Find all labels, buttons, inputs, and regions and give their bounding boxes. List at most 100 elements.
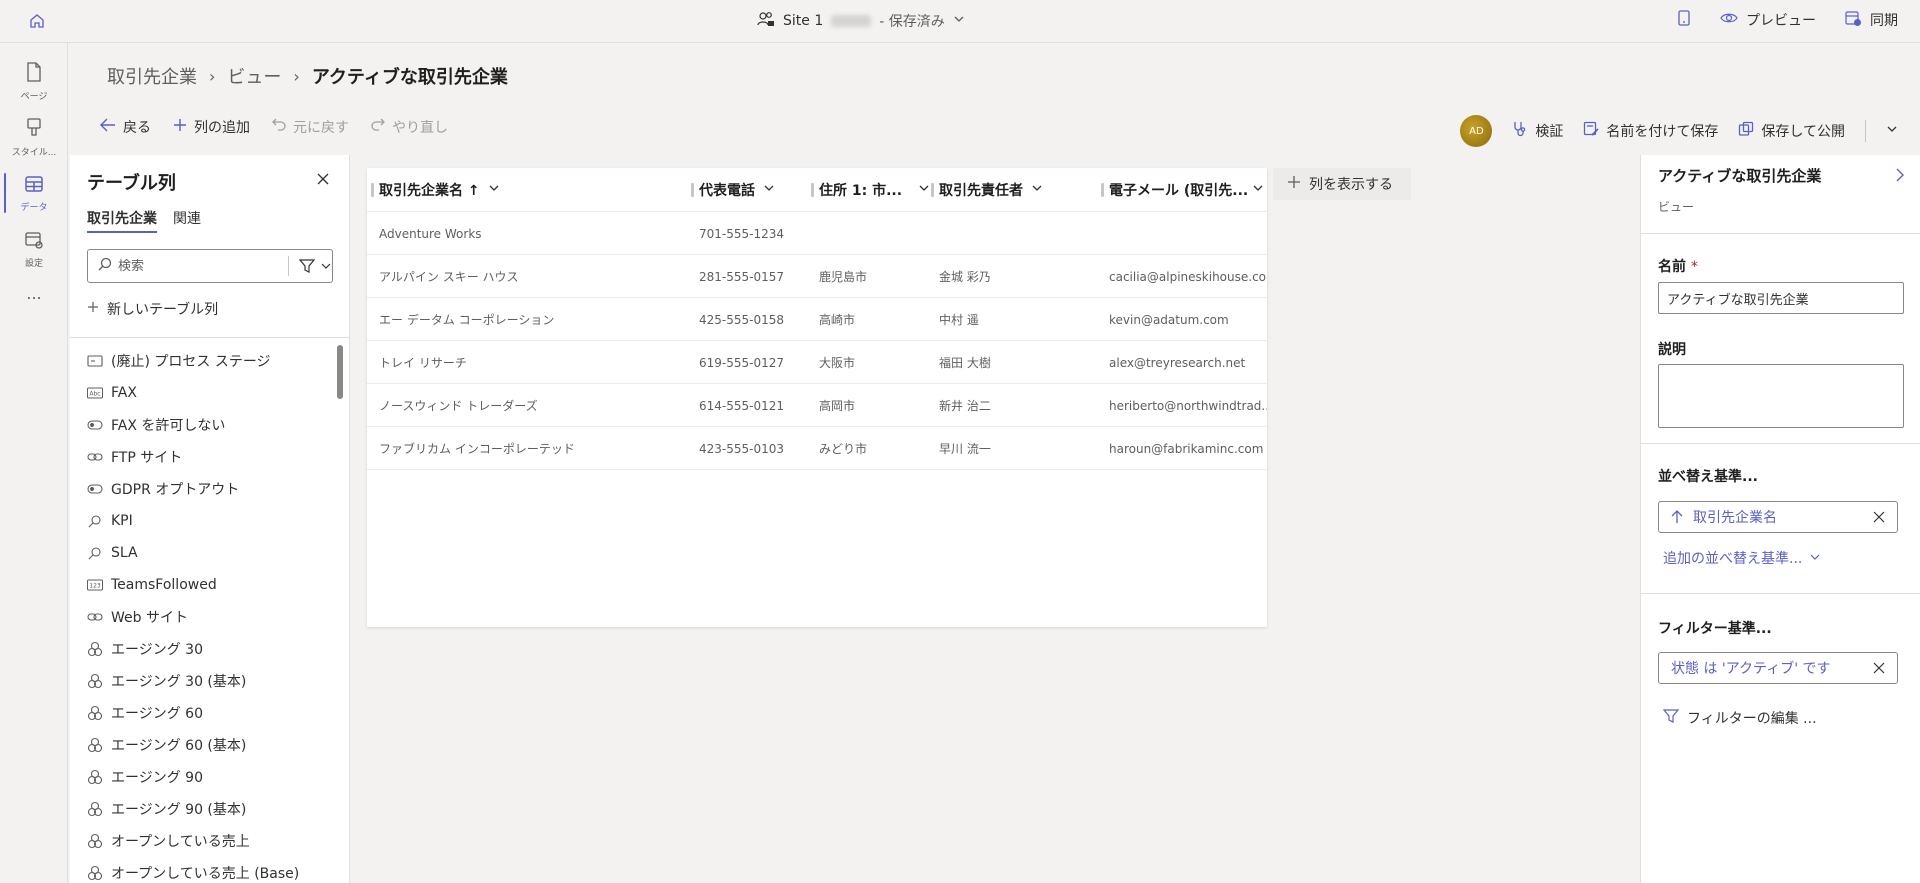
redo-button[interactable]: やり直し xyxy=(371,117,448,137)
field-list-item[interactable]: Abc FAX xyxy=(87,377,337,409)
search-box xyxy=(87,249,333,283)
cell-primary-contact: 早川 流一 xyxy=(939,442,991,456)
field-label: SLA xyxy=(111,545,138,561)
filter-pill[interactable]: 状態 は 'アクティブ' です xyxy=(1658,652,1898,684)
field-list-item[interactable]: エージング 60 (基本) xyxy=(87,729,337,761)
description-field[interactable] xyxy=(1658,364,1904,428)
currency-icon xyxy=(87,801,103,817)
field-list-item[interactable]: エージング 30 xyxy=(87,633,337,665)
table-row[interactable]: トレイ リサーチ 619-555-0127 大阪市 福田 大樹 alex@treyres… xyxy=(367,341,1267,384)
field-list-item[interactable]: FTP サイト xyxy=(87,441,337,473)
breadcrumb-item-views[interactable]: ビュー xyxy=(227,63,281,89)
search-input[interactable] xyxy=(118,258,268,274)
resize-handle[interactable] xyxy=(811,183,814,197)
sort-pill-label: 取引先企業名 xyxy=(1693,510,1777,526)
new-table-column-label: 新しいテーブル列 xyxy=(107,302,219,318)
resize-handle[interactable] xyxy=(1101,183,1104,197)
field-list-item[interactable]: エージング 90 xyxy=(87,761,337,793)
field-list-item[interactable]: GDPR オプトアウト xyxy=(87,473,337,505)
field-list-item[interactable]: (廃止) プロセス ステージ xyxy=(87,345,337,377)
rail-item-pages[interactable]: ページ xyxy=(0,53,68,109)
field-list-item[interactable]: エージング 90 (基本) xyxy=(87,793,337,825)
field-list-item[interactable]: オープンしている売上 xyxy=(87,825,337,857)
scrollbar[interactable] xyxy=(337,345,343,399)
cell-account-name: ファブリカム インコーポレーテッド xyxy=(379,442,575,456)
column-header-label: 取引先責任者 xyxy=(939,183,1023,199)
left-rail: ページ スタイル... データ 設定 ... xyxy=(0,43,68,883)
cell-account-name: トレイ リサーチ xyxy=(379,356,467,370)
validate-button[interactable]: 検証 xyxy=(1512,121,1563,141)
table-row[interactable]: ファブリカム インコーポレーテッド 423-555-0103 みどり市 早川 流一 ha… xyxy=(367,427,1267,470)
add-column-button[interactable]: 列の追加 xyxy=(173,117,250,137)
column-header-email[interactable]: 電子メール (取引先... xyxy=(1101,168,1267,212)
save-as-button[interactable]: 名前を付けて保存 xyxy=(1583,121,1718,141)
sort-pill[interactable]: 取引先企業名 xyxy=(1658,501,1898,533)
field-list-item[interactable]: エージング 30 (基本) xyxy=(87,665,337,697)
column-header-account-name[interactable]: 取引先企業名 ↑ xyxy=(371,168,686,212)
field-list-item[interactable]: FAX を許可しない xyxy=(87,409,337,441)
cell-email: alex@treyresearch.net xyxy=(1109,355,1246,370)
more-icon: ... xyxy=(26,283,42,303)
preview-button[interactable]: プレビュー xyxy=(1720,10,1816,30)
column-header-main-phone[interactable]: 代表電話 xyxy=(691,168,811,212)
breadcrumb-item-accounts[interactable]: 取引先企業 xyxy=(107,63,197,89)
command-bar: 戻る 列の追加 元に戻す やり直し xyxy=(100,117,448,137)
add-sort-button[interactable]: 追加の並べ替え基準... xyxy=(1663,548,1820,568)
undo-button[interactable]: 元に戻す xyxy=(272,117,349,137)
chevron-down-icon xyxy=(321,263,331,269)
resize-handle[interactable] xyxy=(691,183,694,197)
lookup-icon xyxy=(87,513,103,529)
divider xyxy=(1641,233,1920,234)
sync-button[interactable]: 同期 xyxy=(1844,9,1898,31)
edit-filter-button[interactable]: フィルターの編集 ... xyxy=(1662,708,1817,728)
column-header-label: 電子メール (取引先... xyxy=(1109,183,1249,199)
people-icon xyxy=(757,11,775,31)
back-button[interactable]: 戻る xyxy=(100,117,151,137)
field-list-item[interactable]: 123 TeamsFollowed xyxy=(87,569,337,601)
column-header-city[interactable]: 住所 1: 市... xyxy=(811,168,931,212)
name-label: 名前 * xyxy=(1658,256,1698,276)
close-icon[interactable] xyxy=(1873,662,1885,674)
field-list-item[interactable]: KPI xyxy=(87,505,337,537)
resize-handle[interactable] xyxy=(931,183,934,197)
show-columns-button[interactable]: 列を表示する xyxy=(1273,168,1411,200)
tab-accounts[interactable]: 取引先企業 xyxy=(87,208,157,233)
rail-item-styles[interactable]: スタイル... xyxy=(0,109,68,165)
rail-more-button[interactable]: ... xyxy=(0,277,68,309)
chevron-right-icon[interactable] xyxy=(1894,167,1906,187)
name-field[interactable] xyxy=(1658,282,1904,314)
panel-title: アクティブな取引先企業 xyxy=(1658,167,1822,185)
currency-icon xyxy=(87,833,103,849)
tab-related[interactable]: 関連 xyxy=(173,208,201,233)
device-icon[interactable] xyxy=(1676,9,1692,31)
column-header-primary-contact[interactable]: 取引先責任者 xyxy=(931,168,1101,212)
table-row[interactable]: エー データム コーポレーション 425-555-0158 高崎市 中村 遥 kevin… xyxy=(367,298,1267,341)
svg-text:123: 123 xyxy=(89,583,101,590)
close-icon[interactable] xyxy=(313,169,333,189)
table-row[interactable]: Adventure Works 701-555-1234 xyxy=(367,212,1267,255)
table-row[interactable]: アルパイン スキー ハウス 281-555-0157 鹿児島市 金城 彩乃 cacili… xyxy=(367,255,1267,298)
rail-item-data[interactable]: データ xyxy=(0,165,68,221)
link-icon xyxy=(87,449,103,465)
undo-icon xyxy=(272,118,286,136)
plus-icon xyxy=(87,301,99,317)
name-label-text: 名前 xyxy=(1658,259,1686,275)
chevron-down-icon[interactable] xyxy=(1886,123,1898,139)
table-row[interactable]: ノースウィンド トレーダーズ 614-555-0121 高岡市 新井 治二 heribe… xyxy=(367,384,1267,427)
filter-dropdown[interactable] xyxy=(299,259,331,273)
save-publish-button[interactable]: 保存して公開 xyxy=(1738,121,1845,141)
rail-item-settings[interactable]: 設定 xyxy=(0,221,68,277)
panel-subtitle: ビュー xyxy=(1658,200,1695,214)
resize-handle[interactable] xyxy=(371,183,374,197)
close-icon[interactable] xyxy=(1873,511,1885,523)
site-selector[interactable]: Site 1 - 保存済み xyxy=(757,11,965,31)
field-list-item[interactable]: Web サイト xyxy=(87,601,337,633)
field-list-item[interactable]: オープンしている売上 (Base) xyxy=(87,857,337,883)
home-icon[interactable] xyxy=(26,10,48,32)
avatar[interactable]: AD xyxy=(1460,115,1493,147)
cell-main-phone: 701-555-1234 xyxy=(699,226,785,241)
cell-account-name: アルパイン スキー ハウス xyxy=(379,270,519,284)
field-list-item[interactable]: SLA xyxy=(87,537,337,569)
new-table-column-button[interactable]: 新しいテーブル列 xyxy=(87,299,218,319)
field-list-item[interactable]: エージング 60 xyxy=(87,697,337,729)
